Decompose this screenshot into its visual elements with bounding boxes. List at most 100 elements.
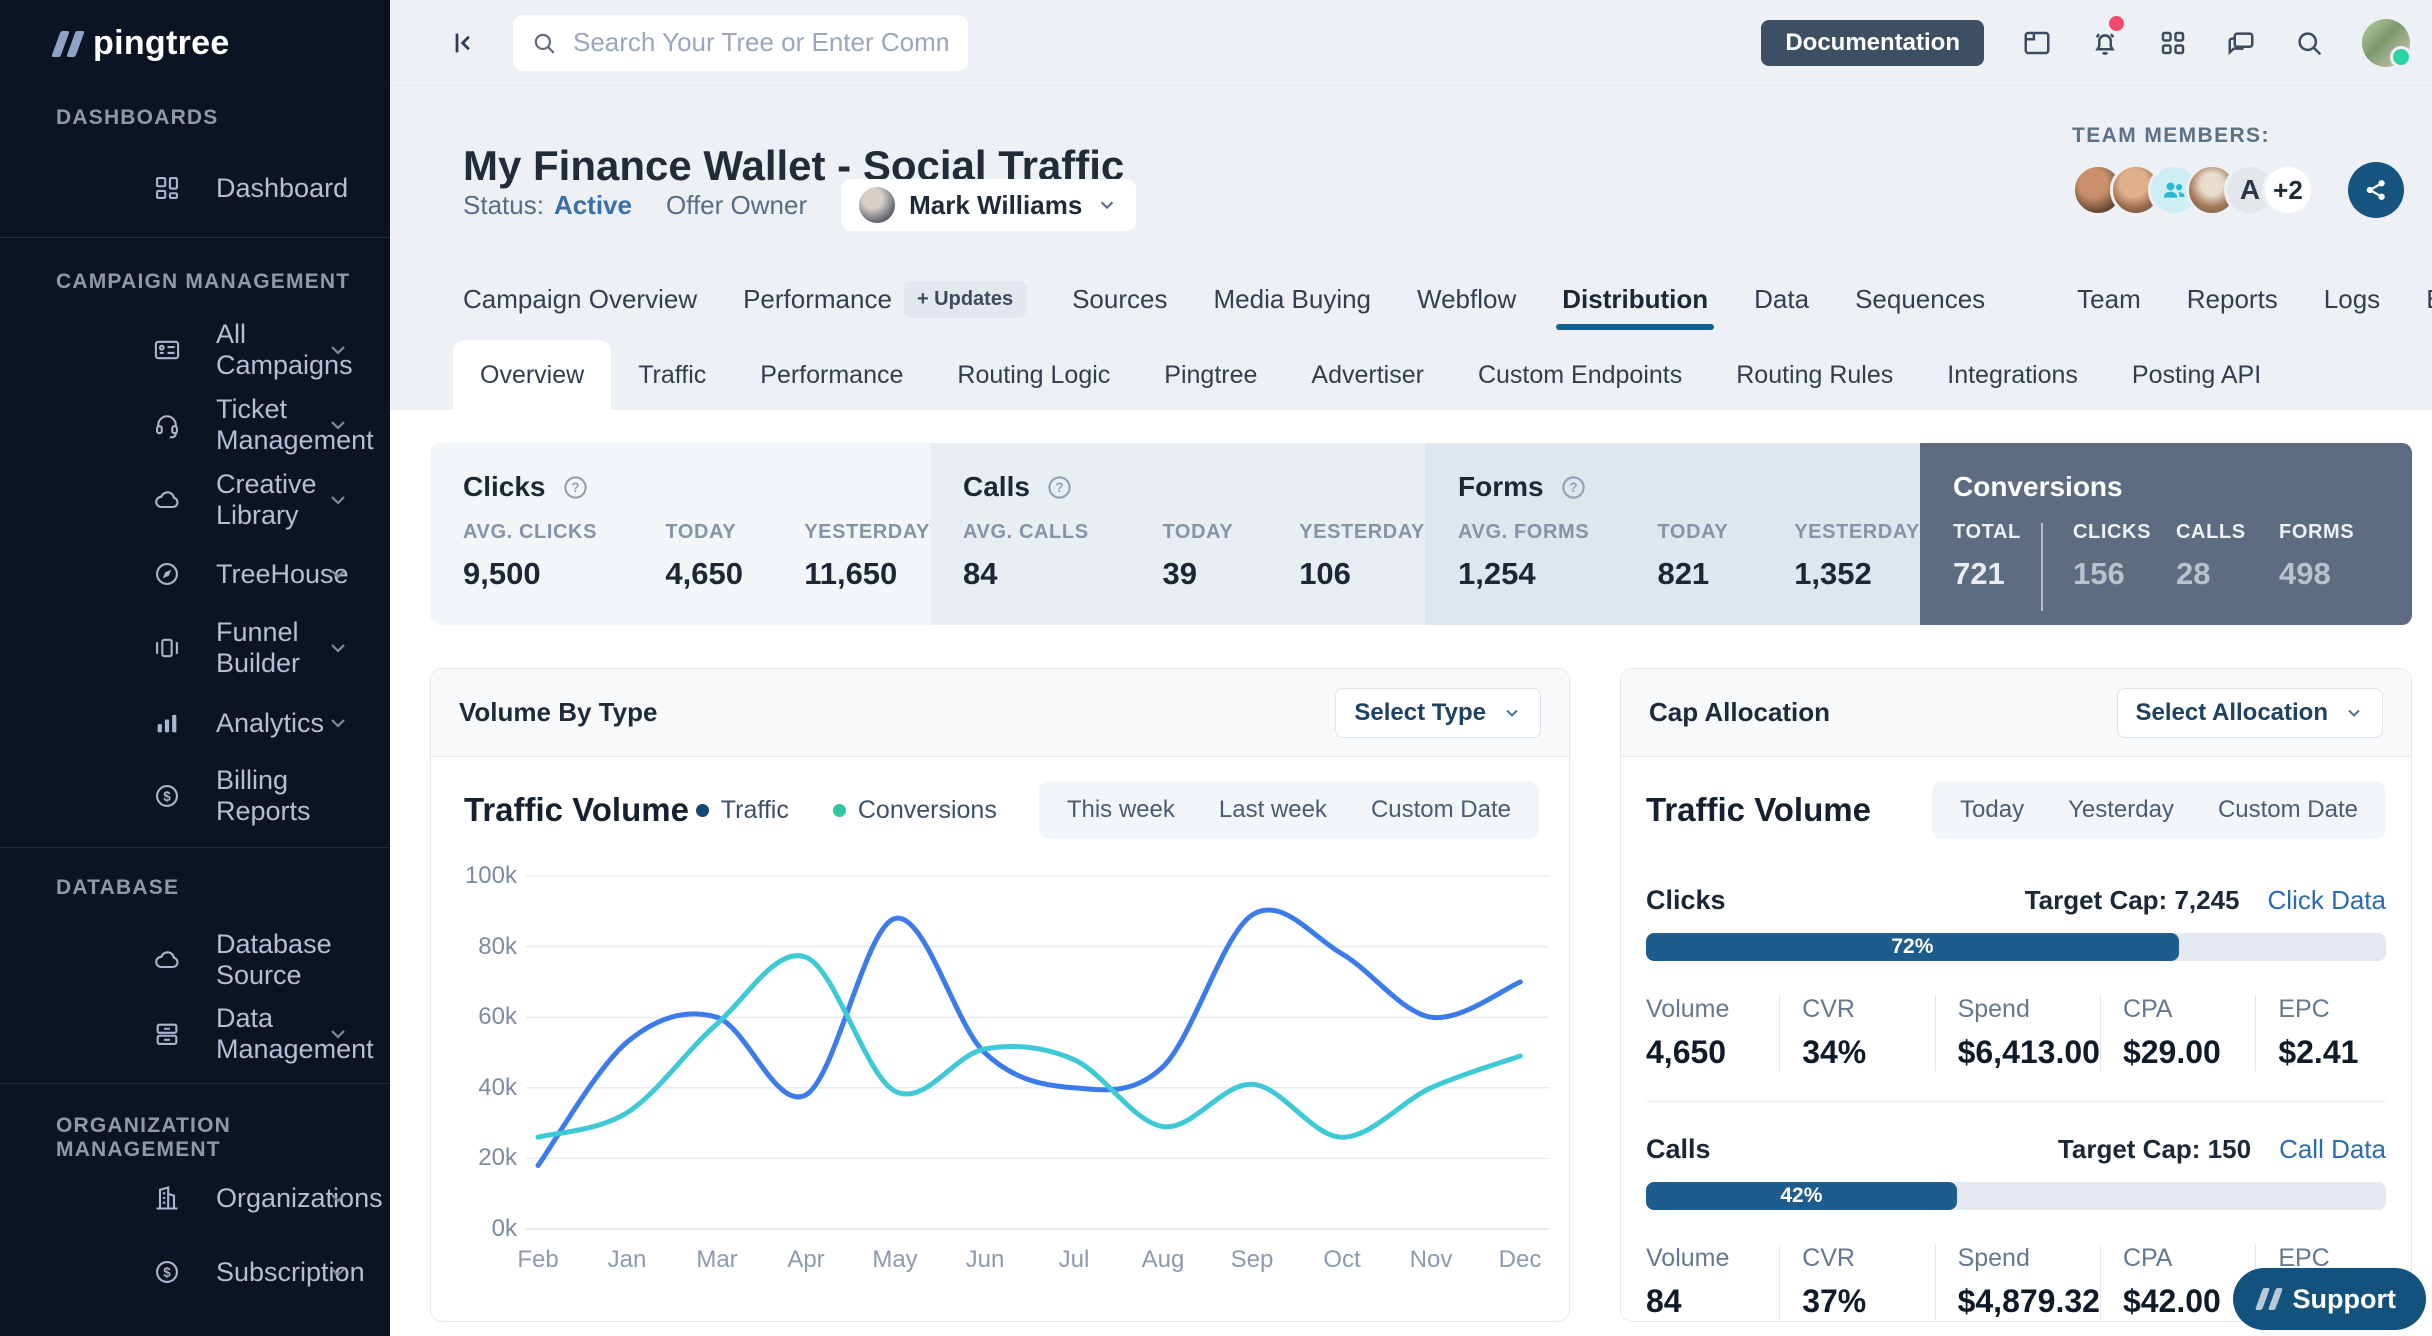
volume-by-type-panel: Volume By Type Select Type Traffic Volum… bbox=[430, 668, 1570, 1322]
select-type-dropdown[interactable]: Select Type bbox=[1335, 688, 1541, 738]
sidebar-item-data-management[interactable]: Data Management bbox=[0, 1012, 390, 1056]
subtab-overview[interactable]: Overview bbox=[453, 340, 611, 410]
tab-media-buying[interactable]: Media Buying bbox=[1213, 268, 1371, 330]
chat-icon[interactable] bbox=[2226, 28, 2256, 58]
tab-sequences[interactable]: Sequences bbox=[1855, 268, 1985, 330]
subtab-pingtree[interactable]: Pingtree bbox=[1137, 340, 1284, 410]
range-yesterday[interactable]: Yesterday bbox=[2046, 796, 2196, 824]
cap-section-clicks: Clicks Target Cap: 7,245 Click Data 72% … bbox=[1646, 881, 2386, 1102]
tab-logs[interactable]: Logs bbox=[2324, 268, 2380, 330]
stat-label: CVR bbox=[1802, 995, 1934, 1024]
range-last-week[interactable]: Last week bbox=[1197, 796, 1349, 824]
offer-owner-label: Offer Owner bbox=[666, 190, 807, 221]
tab-campaign-overview[interactable]: Campaign Overview bbox=[463, 268, 697, 330]
sidebar-divider bbox=[0, 847, 390, 848]
stat-value: $4,879.32 bbox=[1958, 1283, 2100, 1320]
sidebar-item-dashboard[interactable]: Dashboard bbox=[0, 166, 390, 210]
stat-value: 4,650 bbox=[665, 556, 804, 592]
select-allocation-dropdown[interactable]: Select Allocation bbox=[2117, 688, 2384, 738]
search-input[interactable] bbox=[571, 26, 950, 59]
range-today[interactable]: Today bbox=[1938, 796, 2046, 824]
sidebar-item-all-campaigns[interactable]: All Campaigns bbox=[0, 328, 390, 372]
sidebar-item-analytics[interactable]: Analytics bbox=[0, 701, 390, 745]
subtab-routing-rules[interactable]: Routing Rules bbox=[1709, 340, 1920, 410]
cap-sections: Clicks Target Cap: 7,245 Click Data 72% … bbox=[1646, 881, 2386, 1322]
tab-team[interactable]: Team bbox=[2077, 268, 2141, 330]
stat-value: 821 bbox=[1657, 556, 1794, 592]
stat-label: CVR bbox=[1802, 1244, 1934, 1273]
user-avatar[interactable] bbox=[2362, 19, 2410, 67]
team-avatar-overflow: +2 bbox=[2262, 164, 2314, 216]
team-avatar-stack[interactable]: A +2 bbox=[2072, 164, 2314, 216]
help-icon[interactable]: ? bbox=[1046, 474, 1073, 501]
sidebar-item-organizations[interactable]: Organizations bbox=[0, 1176, 390, 1220]
subtab-integrations[interactable]: Integrations bbox=[1920, 340, 2105, 410]
main-tabs: Campaign Overview Performance+ Updates S… bbox=[463, 268, 2412, 330]
sidebar-item-subscription[interactable]: $ Subscription bbox=[0, 1250, 390, 1294]
subtab-routing-logic[interactable]: Routing Logic bbox=[930, 340, 1137, 410]
stat-label: Volume bbox=[1646, 1244, 1779, 1273]
stat-label: TOTAL bbox=[1953, 521, 2041, 544]
subtab-posting-api[interactable]: Posting API bbox=[2105, 340, 2288, 410]
stats-card-forms: Forms ? AVG. FORMS1,254 TODAY821 YESTERD… bbox=[1425, 443, 1920, 625]
stat-value: 1,254 bbox=[1458, 556, 1657, 592]
help-icon[interactable]: ? bbox=[1560, 474, 1587, 501]
stat-value: 106 bbox=[1299, 556, 1425, 592]
subtab-advertiser[interactable]: Advertiser bbox=[1284, 340, 1451, 410]
range-custom-date[interactable]: Custom Date bbox=[1349, 796, 1533, 824]
window-icon[interactable] bbox=[2022, 28, 2052, 58]
tab-distribution[interactable]: Distribution bbox=[1562, 268, 1708, 330]
sidebar-item-ticket-management[interactable]: Ticket Management bbox=[0, 403, 390, 447]
sidebar-item-billing-reports[interactable]: $ Billing Reports bbox=[0, 774, 390, 818]
chart-title-row: Traffic Volume Today Yesterday Custom Da… bbox=[1646, 781, 2386, 839]
progress-fill: 42% bbox=[1646, 1182, 1957, 1210]
sidebar-item-treehouse[interactable]: TreeHouse bbox=[0, 552, 390, 596]
stat-label: YESTERDAY bbox=[1794, 521, 1920, 544]
card-title: Clicks bbox=[463, 471, 546, 503]
panel-title: Volume By Type bbox=[459, 697, 657, 728]
chevron-down-icon bbox=[326, 711, 350, 735]
subtab-custom-endpoints[interactable]: Custom Endpoints bbox=[1451, 340, 1709, 410]
subtab-traffic[interactable]: Traffic bbox=[611, 340, 733, 410]
card-title: Conversions bbox=[1953, 471, 2123, 503]
svg-text:$: $ bbox=[163, 1265, 171, 1280]
tab-webflow[interactable]: Webflow bbox=[1417, 268, 1516, 330]
range-this-week[interactable]: This week bbox=[1045, 796, 1197, 824]
sidebar-item-creative-library[interactable]: Creative Library bbox=[0, 478, 390, 522]
tab-sources[interactable]: Sources bbox=[1072, 268, 1167, 330]
call-data-link[interactable]: Call Data bbox=[2279, 1134, 2386, 1165]
status-label: Status: bbox=[463, 190, 544, 221]
range-custom-date[interactable]: Custom Date bbox=[2196, 796, 2380, 824]
dashboard-grid-icon bbox=[152, 173, 182, 203]
subtab-performance[interactable]: Performance bbox=[733, 340, 930, 410]
share-button[interactable] bbox=[2348, 162, 2404, 218]
sidebar-item-funnel-builder[interactable]: Funnel Builder bbox=[0, 626, 390, 670]
calls-progress-bar: 42% bbox=[1646, 1182, 2386, 1210]
stats-card-clicks: Clicks ? AVG. CLICKS9,500 TODAY4,650 YES… bbox=[430, 443, 930, 625]
notifications-bell-icon[interactable] bbox=[2090, 28, 2120, 58]
offer-owner-select[interactable]: Mark Williams bbox=[841, 179, 1136, 231]
panel-title: Cap Allocation bbox=[1649, 697, 1830, 728]
search-icon[interactable] bbox=[2294, 28, 2324, 58]
chevron-down-icon bbox=[326, 1186, 350, 1210]
line-chart-svg bbox=[431, 841, 1570, 1271]
date-range-pills: This week Last week Custom Date bbox=[1039, 781, 1539, 839]
card-title: Forms bbox=[1458, 471, 1544, 503]
tab-reports[interactable]: Reports bbox=[2187, 268, 2278, 330]
tab-data[interactable]: Data bbox=[1754, 268, 1809, 330]
documentation-button[interactable]: Documentation bbox=[1761, 20, 1984, 66]
click-data-link[interactable]: Click Data bbox=[2268, 885, 2386, 916]
apps-grid-icon[interactable] bbox=[2158, 28, 2188, 58]
panel-header: Volume By Type Select Type bbox=[431, 669, 1569, 757]
support-button[interactable]: Support bbox=[2233, 1268, 2426, 1330]
chevron-down-icon bbox=[326, 1022, 350, 1046]
help-icon[interactable]: ? bbox=[562, 474, 589, 501]
tab-brand[interactable]: Brand bbox=[2426, 268, 2432, 330]
tab-performance[interactable]: Performance+ Updates bbox=[743, 268, 1026, 330]
sidebar-item-database-source[interactable]: Database Source bbox=[0, 938, 390, 982]
pingtree-logo[interactable]: pingtree bbox=[56, 24, 230, 63]
stats-card-conversions: Conversions TOTAL721 CLICKS156 CALLS28 F… bbox=[1920, 443, 2412, 625]
stat-label: TODAY bbox=[1162, 521, 1299, 544]
stat-value: 721 bbox=[1953, 556, 2041, 592]
sidebar-collapse-button[interactable] bbox=[447, 28, 477, 58]
